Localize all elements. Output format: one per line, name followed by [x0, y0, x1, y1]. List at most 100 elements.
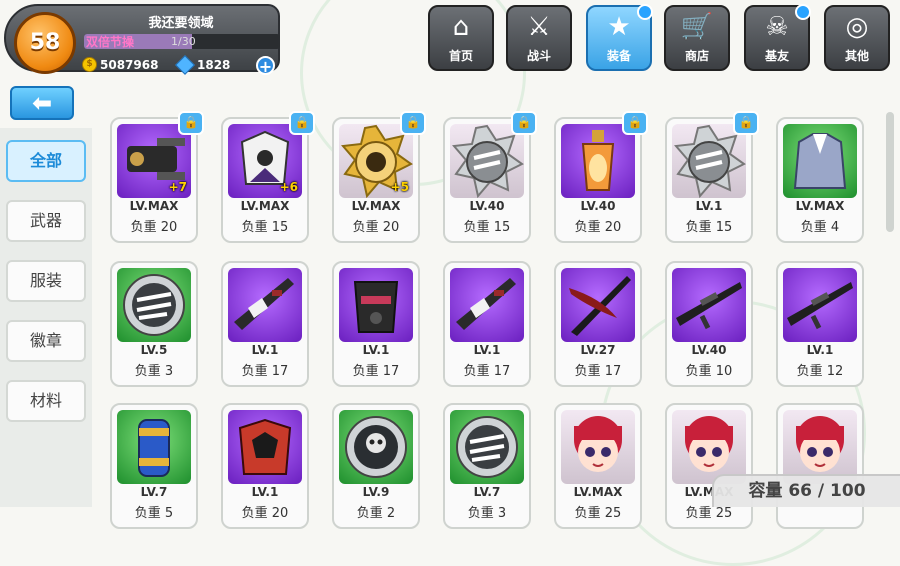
- item-level: LV.1: [695, 199, 723, 213]
- equipment-slot[interactable]: LV.1 负重 12: [776, 261, 864, 387]
- exp-text: 1/30: [171, 35, 196, 48]
- item-weight: 负重 2: [356, 506, 396, 521]
- category-tab[interactable]: 全部: [6, 140, 86, 182]
- item-art: [123, 274, 185, 336]
- equipment-slot[interactable]: LV.40 负重 20 🔒: [554, 111, 648, 243]
- item-art: [796, 416, 844, 472]
- settings-spiral-icon: ◎: [845, 12, 869, 42]
- equipment-slot[interactable]: +7 LV.MAX 负重 20 🔒: [110, 111, 204, 243]
- back-arrow-icon: ⬅: [31, 89, 53, 117]
- item-art: [793, 133, 847, 189]
- nav-button[interactable]: ⚔ 战斗: [506, 5, 572, 71]
- nav-button[interactable]: ☠ 基友: [744, 4, 811, 71]
- item-art: [345, 416, 407, 478]
- nav-button[interactable]: ◎ 其他: [824, 5, 890, 71]
- item-weight: 负重 20: [130, 220, 178, 235]
- nav-label: 其他: [844, 49, 869, 63]
- equipment-slot[interactable]: LV.1 负重 17: [221, 261, 309, 387]
- lock-icon[interactable]: 🔒: [511, 111, 537, 135]
- lock-icon[interactable]: 🔒: [289, 111, 315, 135]
- equipment-slot[interactable]: LV.40 负重 15 🔒: [443, 111, 537, 243]
- item-thumbnail: [339, 410, 413, 484]
- lock-icon[interactable]: 🔒: [733, 111, 759, 135]
- equipment-slot[interactable]: LV.1 负重 20: [221, 403, 309, 529]
- lock-icon[interactable]: 🔒: [400, 111, 426, 135]
- equipment-slot[interactable]: LV.9 负重 2: [332, 403, 420, 529]
- gem-icon: [175, 54, 195, 75]
- category-tab[interactable]: 材料: [6, 380, 86, 422]
- back-button[interactable]: ⬅: [10, 86, 74, 120]
- player-name: 我还要领域: [148, 16, 214, 31]
- enhance-level: +7: [168, 180, 187, 194]
- nav-label: 首页: [448, 49, 473, 63]
- item-thumbnail: +7: [117, 124, 191, 198]
- house-icon: ⌂: [452, 12, 470, 42]
- equipment-slot[interactable]: LV.1 负重 17: [332, 261, 420, 387]
- equipment-slot[interactable]: [776, 403, 864, 529]
- equipment-slot[interactable]: LV.MAX 负重 25: [665, 403, 753, 529]
- lock-icon[interactable]: 🔒: [178, 111, 204, 135]
- equipment-slot[interactable]: LV.7 负重 5: [110, 403, 198, 529]
- player-card: 58 我还要领域 双倍节操 1/30 $ 5087968 1828 +: [4, 4, 280, 76]
- category-tab[interactable]: 服装: [6, 260, 86, 302]
- item-level: LV.MAX: [573, 485, 623, 499]
- gold-amount: 5087968: [100, 57, 159, 72]
- add-currency-button[interactable]: +: [256, 56, 275, 76]
- item-weight: 负重 12: [796, 364, 844, 379]
- nav-label: 商店: [684, 49, 709, 63]
- item-level: LV.9: [362, 485, 390, 499]
- item-thumbnail: [450, 268, 524, 342]
- category-tabs: 全部武器服装徽章材料: [0, 128, 92, 507]
- equipment-slot[interactable]: LV.MAX 负重 25: [554, 403, 642, 529]
- item-weight: 负重 17: [463, 364, 511, 379]
- nav-button[interactable]: ⌂ 首页: [428, 5, 494, 71]
- item-thumbnail: [672, 124, 746, 198]
- item-level: LV.MAX: [351, 199, 401, 213]
- item-art: [238, 418, 292, 475]
- item-level: LV.27: [580, 343, 616, 357]
- level-badge: 58: [14, 12, 76, 74]
- nav-label: 装备: [606, 49, 631, 63]
- nav-button[interactable]: ★ 装备: [586, 4, 653, 71]
- equipment-slot[interactable]: LV.27 负重 17: [554, 261, 642, 387]
- equipment-slot[interactable]: LV.40 负重 10: [665, 261, 753, 387]
- item-weight: 负重 15: [685, 220, 733, 235]
- item-weight: 负重 5: [134, 506, 174, 521]
- item-thumbnail: [228, 410, 302, 484]
- capacity-indicator: 容量 66 / 100: [712, 474, 900, 507]
- equipment-slot[interactable]: LV.1 负重 17: [443, 261, 531, 387]
- item-weight: 负重 3: [467, 506, 507, 521]
- item-level: LV.40: [469, 199, 505, 213]
- item-art: [138, 419, 170, 477]
- equipment-slot[interactable]: LV.MAX 负重 4: [776, 117, 864, 243]
- equipment-slot[interactable]: LV.7 负重 3: [443, 403, 531, 529]
- category-tab[interactable]: 武器: [6, 200, 86, 242]
- equipment-slot[interactable]: LV.1 负重 15 🔒: [665, 111, 759, 243]
- item-art: [674, 124, 746, 198]
- item-level: LV.1: [806, 343, 834, 357]
- item-thumbnail: [561, 410, 635, 484]
- item-weight: 负重 17: [574, 364, 622, 379]
- item-art: [787, 282, 853, 330]
- item-art: [456, 278, 516, 330]
- nav-label: 基友: [764, 49, 789, 63]
- nav-label: 战斗: [526, 49, 551, 63]
- nav-button[interactable]: 🛒 商店: [664, 5, 730, 71]
- item-thumbnail: [783, 410, 857, 484]
- item-level: LV.7: [473, 485, 501, 499]
- item-thumbnail: [561, 268, 635, 342]
- item-art: [353, 281, 399, 333]
- item-art: [676, 282, 742, 330]
- item-level: LV.5: [140, 343, 168, 357]
- item-art: [569, 276, 631, 336]
- item-level: LV.7: [140, 485, 168, 499]
- equipment-slot[interactable]: +5 LV.MAX 负重 20 🔒: [332, 111, 426, 243]
- item-level: LV.1: [473, 343, 501, 357]
- scrollbar[interactable]: [886, 112, 894, 232]
- item-weight: 负重 20: [352, 220, 400, 235]
- lock-icon[interactable]: 🔒: [622, 111, 648, 135]
- category-tab[interactable]: 徽章: [6, 320, 86, 362]
- equipment-slot[interactable]: LV.5 负重 3: [110, 261, 198, 387]
- equipment-slot[interactable]: +6 LV.MAX 负重 15 🔒: [221, 111, 315, 243]
- item-level: LV.40: [580, 199, 616, 213]
